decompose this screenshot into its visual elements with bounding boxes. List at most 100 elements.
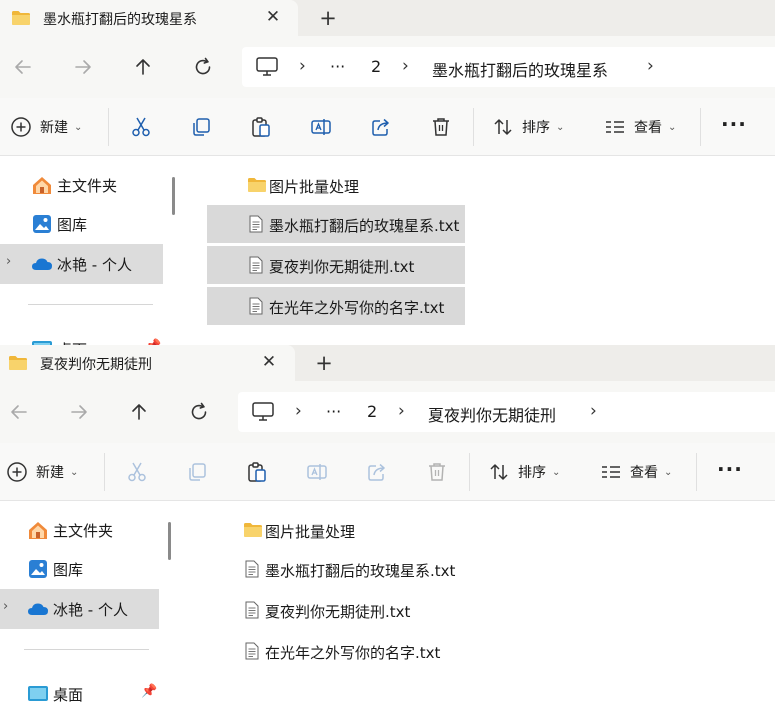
tab-strip: 夏夜判你无期徒刑 ✕ + — [0, 345, 775, 381]
sidebar-item-onedrive[interactable]: › 冰艳 - 个人 — [0, 589, 159, 629]
breadcrumb-item[interactable]: 2 — [367, 402, 377, 421]
sidebar-item-home[interactable]: 主文件夹 — [0, 510, 159, 550]
forward-button[interactable] — [66, 399, 92, 425]
breadcrumb-current[interactable]: 墨水瓶打翻后的玫瑰星系 — [432, 57, 608, 81]
chevron-right-icon[interactable]: › — [6, 254, 11, 269]
file-name: 夏夜判你无期徒刑.txt — [269, 258, 415, 276]
sort-button[interactable]: 排序 ⌄ — [492, 115, 564, 139]
list-item-file[interactable]: 在光年之外写你的名字.txt — [203, 632, 461, 670]
text-file-icon — [249, 215, 263, 233]
cut-button[interactable] — [130, 115, 152, 139]
list-item-file[interactable]: 墨水瓶打翻后的玫瑰星系.txt — [207, 205, 465, 243]
scrollbar-thumb[interactable] — [172, 177, 175, 215]
new-button[interactable]: 新建 ⌄ — [10, 115, 82, 139]
new-label: 新建 — [36, 465, 64, 481]
list-item-file[interactable]: 在光年之外写你的名字.txt — [207, 287, 465, 325]
arrow-right-icon — [75, 60, 91, 74]
plus-circle-icon — [7, 462, 27, 482]
more-options-button[interactable]: ··· — [717, 457, 743, 481]
explorer-window-2: 夏夜判你无期徒刑 ✕ + › ··· 2 › 夏夜判你无期徒刑 › 新建 ⌄ 排… — [0, 345, 775, 718]
tab-current[interactable]: 墨水瓶打翻后的玫瑰星系 ✕ — [0, 0, 298, 36]
explorer-window-1: 墨水瓶打翻后的玫瑰星系 ✕ + › ··· 2 › 墨水瓶打翻后的玫瑰星系 › — [0, 0, 775, 345]
view-list-icon — [602, 466, 620, 478]
view-button[interactable]: 查看 ⌄ — [600, 460, 672, 484]
list-item-folder[interactable]: 图片批量处理 — [207, 166, 465, 204]
chevron-right-icon[interactable]: › — [590, 401, 597, 421]
divider — [473, 108, 474, 146]
sidebar-item-home[interactable]: 主文件夹 — [0, 165, 163, 205]
up-button[interactable] — [130, 54, 156, 80]
address-bar[interactable]: › ··· 2 › 夏夜判你无期徒刑 › — [238, 392, 775, 432]
chevron-right-icon[interactable]: › — [3, 599, 8, 614]
share-button[interactable] — [366, 460, 388, 484]
tab-close-button[interactable]: ✕ — [263, 7, 283, 27]
sidebar-item-desktop[interactable]: 桌面 📌 — [0, 329, 163, 345]
paste-button[interactable] — [246, 460, 268, 484]
list-item-folder[interactable]: 图片批量处理 — [203, 511, 461, 549]
navigation-pane: 主文件夹 图库 › 冰艳 - 个人 桌面 📌 — [0, 157, 185, 345]
desktop-icon — [32, 341, 52, 345]
divider — [104, 453, 105, 491]
breadcrumb-item[interactable]: 2 — [371, 57, 381, 76]
view-list-icon — [606, 121, 624, 133]
cloud-icon — [32, 258, 52, 270]
file-name: 在光年之外写你的名字.txt — [265, 644, 441, 662]
tab-current[interactable]: 夏夜判你无期徒刑 ✕ — [0, 345, 295, 381]
file-name: 图片批量处理 — [265, 523, 356, 541]
copy-icon — [193, 118, 210, 136]
chevron-down-icon: ⌄ — [664, 466, 673, 478]
list-item-file[interactable]: 夏夜判你无期徒刑.txt — [207, 246, 465, 284]
new-tab-button[interactable]: + — [312, 351, 336, 375]
breadcrumb-ellipsis[interactable]: ··· — [330, 57, 345, 76]
sidebar-item-onedrive[interactable]: › 冰艳 - 个人 — [0, 244, 163, 284]
folder-icon — [248, 178, 266, 192]
delete-button[interactable] — [426, 460, 448, 484]
home-icon — [33, 177, 51, 194]
new-tab-button[interactable]: + — [316, 6, 340, 30]
more-options-button[interactable]: ··· — [721, 112, 747, 136]
forward-button[interactable] — [70, 54, 96, 80]
copy-button[interactable] — [186, 460, 208, 484]
back-button[interactable] — [10, 54, 36, 80]
share-button[interactable] — [370, 115, 392, 139]
refresh-icon — [195, 57, 211, 75]
refresh-icon — [191, 402, 207, 420]
delete-button[interactable] — [430, 115, 452, 139]
rename-button[interactable] — [306, 460, 328, 484]
chevron-right-icon[interactable]: › — [647, 56, 654, 76]
refresh-button[interactable] — [190, 54, 216, 80]
breadcrumb-current[interactable]: 夏夜判你无期徒刑 — [428, 402, 556, 426]
sidebar-divider — [28, 304, 153, 305]
folder-icon — [9, 356, 27, 370]
text-file-icon — [249, 256, 263, 274]
file-name: 图片批量处理 — [269, 178, 360, 196]
up-button[interactable] — [126, 399, 152, 425]
back-button[interactable] — [6, 399, 32, 425]
tab-title: 夏夜判你无期徒刑 — [40, 357, 152, 373]
sidebar-item-gallery[interactable]: 图库 — [0, 204, 163, 244]
folder-icon — [244, 523, 262, 537]
sidebar-item-label: 主文件夹 — [53, 522, 114, 540]
paste-button[interactable] — [250, 115, 272, 139]
view-label: 查看 — [634, 120, 662, 136]
new-label: 新建 — [40, 120, 68, 136]
chevron-down-icon: ⌄ — [668, 121, 677, 133]
scrollbar-thumb[interactable] — [168, 522, 171, 560]
sidebar-item-label: 冰艳 - 个人 — [57, 256, 132, 274]
view-button[interactable]: 查看 ⌄ — [604, 115, 676, 139]
refresh-button[interactable] — [186, 399, 212, 425]
sidebar-item-desktop[interactable]: 桌面 📌 — [0, 674, 159, 714]
list-item-file[interactable]: 夏夜判你无期徒刑.txt — [203, 591, 461, 629]
sidebar-item-gallery[interactable]: 图库 — [0, 549, 159, 589]
list-item-file[interactable]: 墨水瓶打翻后的玫瑰星系.txt — [203, 550, 461, 588]
cut-button[interactable] — [126, 460, 148, 484]
tab-strip: 墨水瓶打翻后的玫瑰星系 ✕ + — [0, 0, 775, 36]
sort-button[interactable]: 排序 ⌄ — [488, 460, 560, 484]
address-bar[interactable]: › ··· 2 › 墨水瓶打翻后的玫瑰星系 › — [242, 47, 775, 87]
copy-button[interactable] — [190, 115, 212, 139]
tab-close-button[interactable]: ✕ — [259, 352, 279, 372]
breadcrumb-ellipsis[interactable]: ··· — [326, 402, 341, 421]
new-button[interactable]: 新建 ⌄ — [6, 460, 78, 484]
sort-label: 排序 — [518, 465, 546, 481]
rename-button[interactable] — [310, 115, 332, 139]
